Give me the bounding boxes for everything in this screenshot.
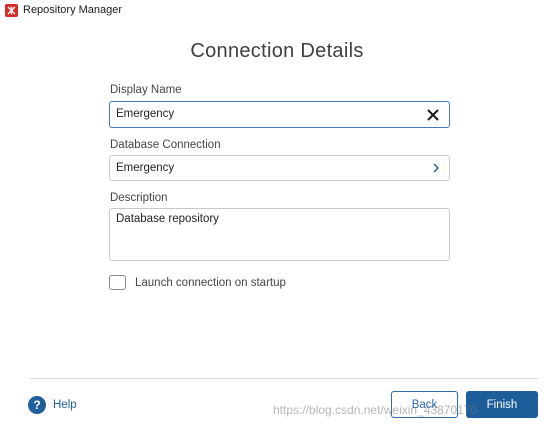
- finish-button[interactable]: Finish: [466, 391, 538, 418]
- launch-on-startup-option[interactable]: Launch connection on startup: [109, 275, 286, 290]
- description-value: Database repository: [116, 213, 219, 225]
- help-link[interactable]: ? Help: [28, 396, 77, 414]
- display-name-value: Emergency: [116, 108, 175, 120]
- footer-divider: [30, 378, 538, 379]
- description-field[interactable]: Database repository: [109, 208, 450, 261]
- database-connection-value: Emergency: [116, 162, 175, 174]
- help-icon[interactable]: ?: [28, 396, 46, 414]
- window-title: Repository Manager: [23, 4, 123, 16]
- chevron-right-icon[interactable]: [432, 163, 440, 173]
- page-title: Connection Details: [190, 40, 364, 62]
- title-bar: Repository Manager: [0, 0, 554, 22]
- launch-on-startup-label: Launch connection on startup: [135, 276, 286, 289]
- description-label: Description: [110, 192, 168, 204]
- help-label: Help: [53, 399, 77, 411]
- database-connection-label: Database Connection: [110, 139, 221, 151]
- close-icon[interactable]: [426, 108, 440, 122]
- app-logo-icon: [5, 4, 18, 17]
- display-name-field[interactable]: Emergency: [109, 101, 450, 128]
- back-button[interactable]: Back: [391, 391, 458, 418]
- display-name-label: Display Name: [110, 84, 182, 96]
- database-connection-field[interactable]: Emergency: [109, 155, 450, 181]
- launch-on-startup-checkbox[interactable]: [109, 275, 126, 290]
